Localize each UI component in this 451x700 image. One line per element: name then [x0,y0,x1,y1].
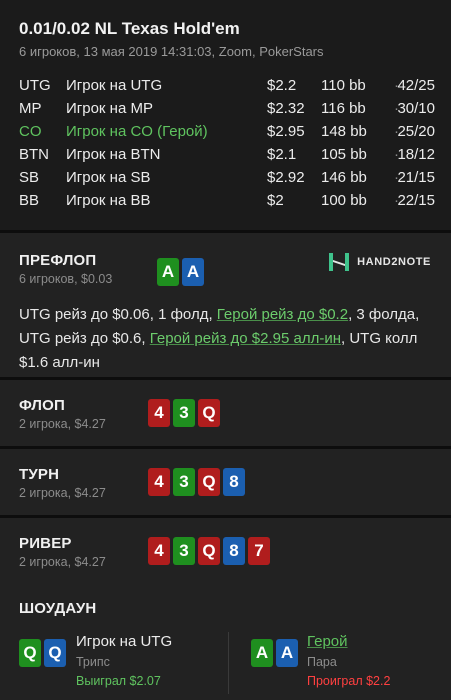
hand-subtitle: 6 игроков, 13 мая 2019 14:31:03, Zoom, P… [19,44,324,59]
showdown-section: ШОУДАУН Q Q Игрок на UTG Трипс Выиграл $… [0,581,451,700]
showdown-hand-rank: Пара [307,655,337,669]
river-board-cards: 4 3 Q 8 7 [148,537,270,565]
card: Q [198,468,220,496]
showdown-title: ШОУДАУН [19,600,97,617]
river-title: РИВЕР [19,535,72,552]
card: 4 [148,468,170,496]
player-stack-bb: 146 bb [321,169,367,186]
player-stack-bb: 105 bb [321,146,367,163]
card: Q [19,639,41,667]
player-stats: 30/10 [397,100,435,117]
player-stack: $2.95 [267,123,305,140]
player-row-co-hero: CO Игрок на CO (Герой) $2.95 148 bb · 25… [19,123,435,145]
player-position: UTG [19,77,51,94]
player-position: BB [19,192,40,209]
preflop-subtitle: 6 игроков, $0.03 [19,272,113,286]
card: Q [198,537,220,565]
flop-title: ФЛОП [19,397,66,414]
showdown-hero-name[interactable]: Герой [307,633,348,650]
hand2note-logo-icon [329,253,350,271]
turn-title: ТУРН [19,466,60,483]
action-segment: 1 фолд, [158,306,217,323]
player-position: MP [19,100,42,117]
player-row-mp: MP Игрок на MP $2.32 116 bb · 30/10 [19,100,435,122]
player-row-sb: SB Игрок на SB $2.92 146 bb · 21/15 [19,169,435,191]
player-stats: 22/15 [397,192,435,209]
card: A [182,258,204,286]
player-stats: 25/20 [397,123,435,140]
preflop-action-text: UTG рейз до $0.06, 1 фолд, Герой рейз до… [19,303,429,375]
card: 4 [148,537,170,565]
river-subtitle: 2 игрока, $4.27 [19,555,106,569]
player-position: BTN [19,146,49,163]
player-position: CO [19,123,42,140]
player-name[interactable]: Игрок на SB [66,169,150,186]
card: A [276,639,298,667]
showdown-player-name[interactable]: Игрок на UTG [76,633,172,650]
card: A [251,639,273,667]
player-stack: $2.92 [267,169,305,186]
showdown-result-lost: Проиграл $2.2 [307,674,391,688]
showdown-cards-utg: Q Q [19,639,66,667]
player-stack-bb: 110 bb [321,77,366,94]
player-stack: $2 [267,192,284,209]
turn-section: ТУРН 2 игрока, $4.27 4 3 Q 8 [0,449,451,515]
card: 3 [173,537,195,565]
hand2note-logo: HAND2NOTE [328,252,431,272]
player-name[interactable]: Игрок на CO (Герой) [66,123,208,140]
player-stats: 21/15 [397,169,435,186]
player-stack-bb: 148 bb [321,123,367,140]
card: 4 [148,399,170,427]
turn-board-cards: 4 3 Q 8 [148,468,245,496]
river-section: РИВЕР 2 игрока, $4.27 4 3 Q 8 7 [0,518,451,584]
hero-action-link[interactable]: Герой рейз до $2.95 алл-ин [150,330,341,347]
player-stats: 42/25 [397,77,435,94]
card: 3 [173,468,195,496]
preflop-section: ПРЕФЛОП 6 игроков, $0.03 A A HAND2NOTE U… [0,233,451,377]
card: Q [198,399,220,427]
hand-title: 0.01/0.02 NL Texas Hold'em [19,19,240,38]
showdown-divider [228,632,229,694]
card: 7 [248,537,270,565]
player-stack: $2.1 [267,146,297,163]
card: 8 [223,537,245,565]
card: A [157,258,179,286]
showdown-result-won: Выиграл $2.07 [76,674,161,688]
player-stack-bb: 116 bb [321,100,366,117]
flop-board-cards: 4 3 Q [148,399,220,427]
turn-subtitle: 2 игрока, $4.27 [19,486,106,500]
player-stack: $2.32 [267,100,305,117]
player-row-btn: BTN Игрок на BTN $2.1 105 bb · 18/12 [19,146,435,168]
player-name[interactable]: Игрок на UTG [66,77,162,94]
hero-hole-cards: A A [157,258,204,286]
player-name[interactable]: Игрок на BB [66,192,150,209]
player-position: SB [19,169,40,186]
hand-header: 0.01/0.02 NL Texas Hold'em 6 игроков, 13… [0,0,451,230]
hero-action-link[interactable]: Герой рейз до $0.2 [217,306,348,323]
player-name[interactable]: Игрок на BTN [66,146,160,163]
card: 3 [173,399,195,427]
player-stack-bb: 100 bb [321,192,367,209]
card: 8 [223,468,245,496]
preflop-title: ПРЕФЛОП [19,252,97,269]
flop-subtitle: 2 игрока, $4.27 [19,417,106,431]
player-row-utg: UTG Игрок на UTG $2.2 110 bb · 42/25 [19,77,435,99]
player-row-bb: BB Игрок на BB $2 100 bb · 22/15 [19,192,435,214]
flop-section: ФЛОП 2 игрока, $4.27 4 3 Q [0,380,451,446]
player-stats: 18/12 [397,146,435,163]
player-name[interactable]: Игрок на MP [66,100,153,117]
card: Q [44,639,66,667]
hand2note-logo-text: HAND2NOTE [357,256,431,268]
action-segment: UTG рейз до $0.06, [19,306,159,323]
player-stack: $2.2 [267,77,297,94]
showdown-hand-rank: Трипс [76,655,110,669]
showdown-cards-hero: A A [251,639,298,667]
